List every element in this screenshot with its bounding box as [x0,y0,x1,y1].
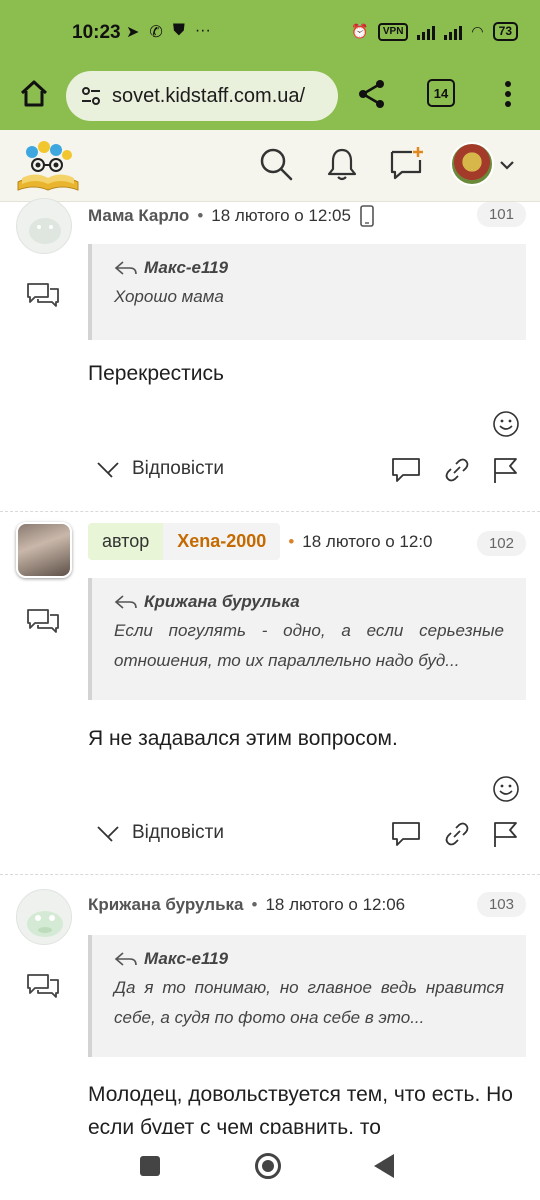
meta-separator: • [288,531,295,551]
wifi-icon: ◠ [471,23,484,39]
default-avatar-icon [27,911,63,937]
quote-author-name: Макс-e119 [144,258,229,277]
reply-arrow-icon [114,595,137,609]
avatar[interactable] [16,522,72,578]
site-logo[interactable] [14,138,82,196]
comment-icon[interactable] [390,456,422,484]
signal-icon-2 [444,24,463,40]
post-102: автор Xena-2000 • 18 лютого о 12:0 102 Кр… [0,512,540,874]
home-nav-button[interactable] [255,1153,281,1179]
reply-button[interactable]: Відповісти [94,822,224,844]
reply-icon [97,826,119,842]
reaction-smile-icon[interactable] [492,410,520,438]
status-bar: 10:23 ➤ ✆ ⛊ ··· ⏰ VPN ◠ 73 [0,0,540,64]
reply-icon [97,462,119,478]
post-meta: Мама Карло • 18 лютого о 12:05 [88,205,375,227]
site-header [0,130,540,202]
meta-separator: • [197,206,204,225]
status-left-icons: ➤ ✆ ⛊ ··· [126,22,211,42]
post-author[interactable]: Крижана бурулька [88,895,243,915]
reaction-smile-icon[interactable] [492,775,520,803]
quote-block: Крижана бурулька Если погулять - одно, а… [88,578,526,700]
telegram-icon: ➤ [126,24,140,41]
link-icon[interactable] [441,456,473,484]
author-badge: автор [88,523,164,560]
reply-label: Відповісти [132,822,224,843]
battery-icon: 73 [492,22,518,41]
signal-icon [417,24,436,40]
post-date[interactable]: 18 лютого о 12:06 [265,895,405,915]
quote-author[interactable]: Макс-e119 [114,949,504,969]
link-icon[interactable] [441,820,473,848]
shield-icon: ⛊ [172,22,185,39]
comment-icon[interactable] [390,820,422,848]
post-date[interactable]: 18 лютого о 12:0 [302,532,444,552]
vpn-badge: VPN [377,22,409,41]
address-bar[interactable]: sovet.kidstaff.com.ua/ [66,71,338,121]
back-button[interactable] [374,1154,394,1178]
post-number[interactable]: 102 [476,531,526,556]
url-text: sovet.kidstaff.com.ua/ [112,84,306,107]
post-101: Мама Карло • 18 лютого о 12:05 101 Макс-… [0,198,540,512]
post-number[interactable]: 101 [476,202,526,227]
quote-text: Если погулять - одно, а если серьезные о… [114,621,504,670]
message-icon[interactable] [26,608,60,634]
reply-arrow-icon [114,261,137,275]
default-avatar-icon [29,218,61,244]
reply-arrow-icon [114,952,137,966]
quote-author[interactable]: Крижана бурулька [114,592,504,612]
message-icon[interactable] [26,282,60,308]
post-date[interactable]: 18 лютого о 12:05 [211,206,351,226]
quote-text: Хорошо мама [114,287,224,306]
site-settings-icon[interactable] [80,85,102,107]
quote-author-name: Макс-e119 [144,949,229,968]
post-author[interactable]: Xena-2000 [163,523,281,560]
whatsapp-icon: ✆ [149,24,163,41]
quote-author-name: Крижана бурулька [144,592,300,611]
search-icon[interactable] [256,144,296,184]
post-author[interactable]: Мама Карло [88,206,189,226]
more-dots-icon: ··· [194,22,211,39]
share-icon[interactable] [355,77,389,111]
meta-separator: • [251,895,258,914]
alarm-icon: ⏰ [351,23,369,39]
status-right: ⏰ VPN ◠ 73 [351,22,518,41]
post-meta: автор Xena-2000 • 18 лютого о 12:0 [88,523,444,560]
quote-block: Макс-e119 Да я то понимаю, но главное ве… [88,935,526,1057]
flag-icon[interactable] [490,820,522,848]
mobile-phone-icon [360,205,374,227]
home-icon[interactable] [18,78,50,110]
bell-icon[interactable] [322,144,362,184]
quote-author[interactable]: Макс-e119 [114,258,504,278]
quote-block: Макс-e119 Хорошо мама [88,244,526,340]
message-icon[interactable] [26,973,60,999]
quote-text: Да я то понимаю, но главное ведь нравитс… [114,978,504,1027]
flag-icon[interactable] [490,456,522,484]
chevron-down-icon[interactable] [498,156,516,174]
avatar[interactable] [16,198,72,254]
avatar[interactable] [16,889,72,945]
post-body: Перекрестись [88,362,224,385]
browser-toolbar: sovet.kidstaff.com.ua/ 14 [0,64,540,130]
post-meta: Крижана бурулька • 18 лютого о 12:06 [88,895,405,915]
recent-apps-button[interactable] [140,1156,160,1176]
new-message-icon[interactable] [386,144,426,184]
reply-button[interactable]: Відповісти [94,458,224,480]
tabs-button[interactable]: 14 [427,79,455,107]
status-time: 10:23 [72,22,121,43]
post-number[interactable]: 103 [476,892,526,917]
browser-menu-icon[interactable] [496,78,520,110]
post-body: Я не задавался этим вопросом. [88,727,398,750]
system-nav-bar [0,1134,540,1200]
user-avatar[interactable] [450,142,494,186]
reply-label: Відповісти [132,458,224,479]
post-103: Крижана бурулька • 18 лютого о 12:06 103… [0,875,540,1139]
